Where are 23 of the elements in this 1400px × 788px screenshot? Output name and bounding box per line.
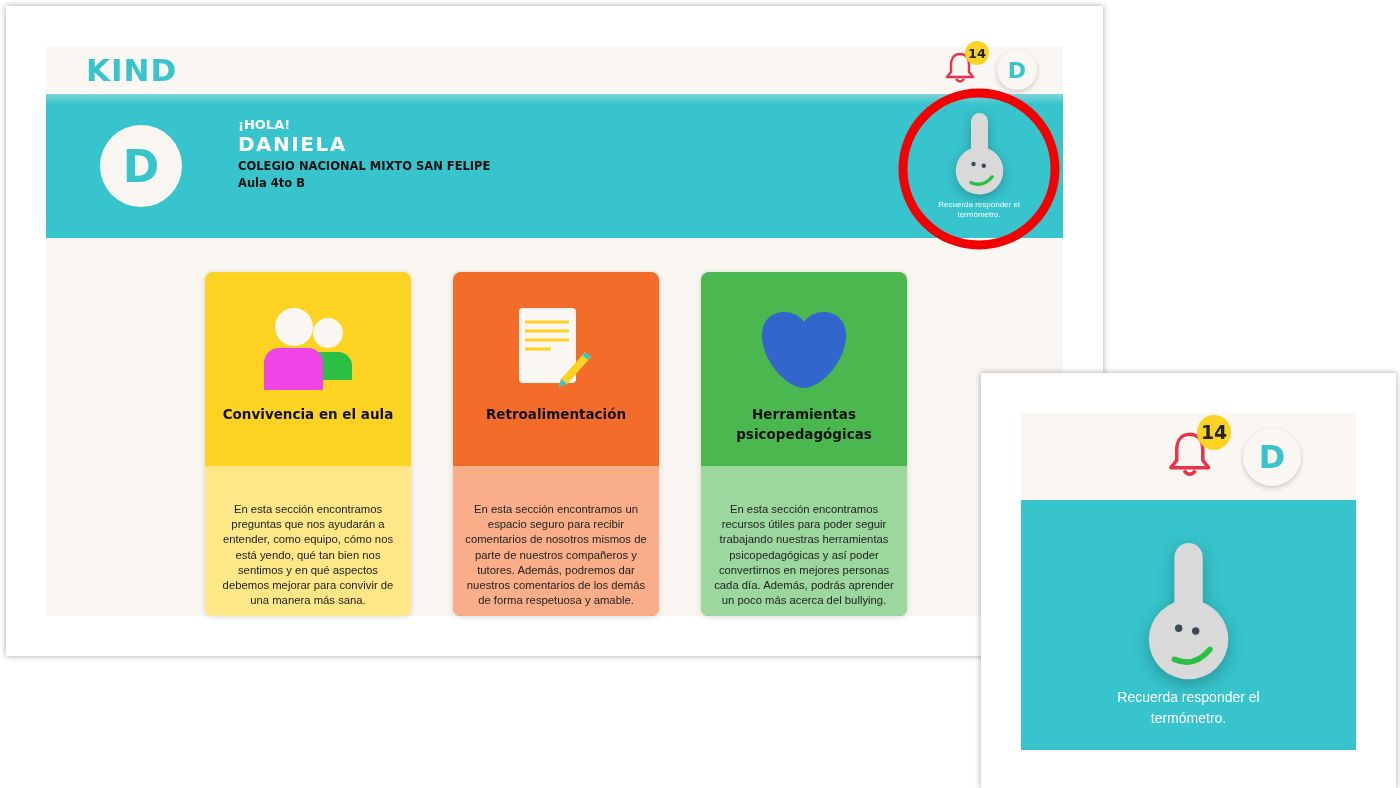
card-description: En esta sección encontramos preguntas que nos ayudarán a entender, como equipo, cómo nos está yendo, qué tan bien nos sentimos y en qué aspectos debemos mejorar para convivir de una manera más sana.: [221, 502, 395, 609]
people-icon: [264, 308, 352, 390]
school-name: COLEGIO NACIONAL MIXTO SAN FELIPE: [238, 158, 491, 173]
card-title: Herramientas psicopedagógicas: [735, 405, 873, 444]
notification-badge: 14: [1196, 415, 1232, 451]
card[interactable]: [701, 272, 907, 617]
document-pencil-icon: [519, 308, 593, 390]
thermometer-reminder: Recuerda responder el termómetro.: [937, 199, 1021, 220]
classroom: Aula 4to B: [238, 175, 306, 190]
user-avatar[interactable]: D: [997, 50, 1037, 90]
user-avatar[interactable]: D: [1243, 427, 1301, 486]
profile-avatar: D: [100, 125, 182, 207]
card-description: En esta sección encontramos un espacio seguro para recibir comentarios de nosotros mismos de parte de nuestros compañeros y tutores. Además, podremos dar nuestros comentarios de los demás de forma respetuosa y amable.: [465, 502, 647, 609]
kind-logo[interactable]: KIND: [86, 52, 178, 88]
card-description: En esta sección encontramos recursos útiles para poder seguir trabajando nuestras herramientas psicopedagógicas y así poder convertirnos en mejores personas cada día. Además, podrás aprender un poco más acerca del bullying.: [713, 502, 895, 609]
notification-badge: 14: [965, 41, 989, 65]
greeting: ¡HOLA!: [238, 116, 292, 132]
thermometer-reminder: Recuerda responder el termómetro.: [1116, 688, 1261, 728]
card-title: Convivencia en el aula: [221, 405, 395, 424]
student-name: DANIELA: [238, 131, 348, 156]
card-title: Retroalimentación: [484, 405, 628, 424]
card[interactable]: [205, 272, 411, 617]
card[interactable]: [453, 272, 659, 617]
